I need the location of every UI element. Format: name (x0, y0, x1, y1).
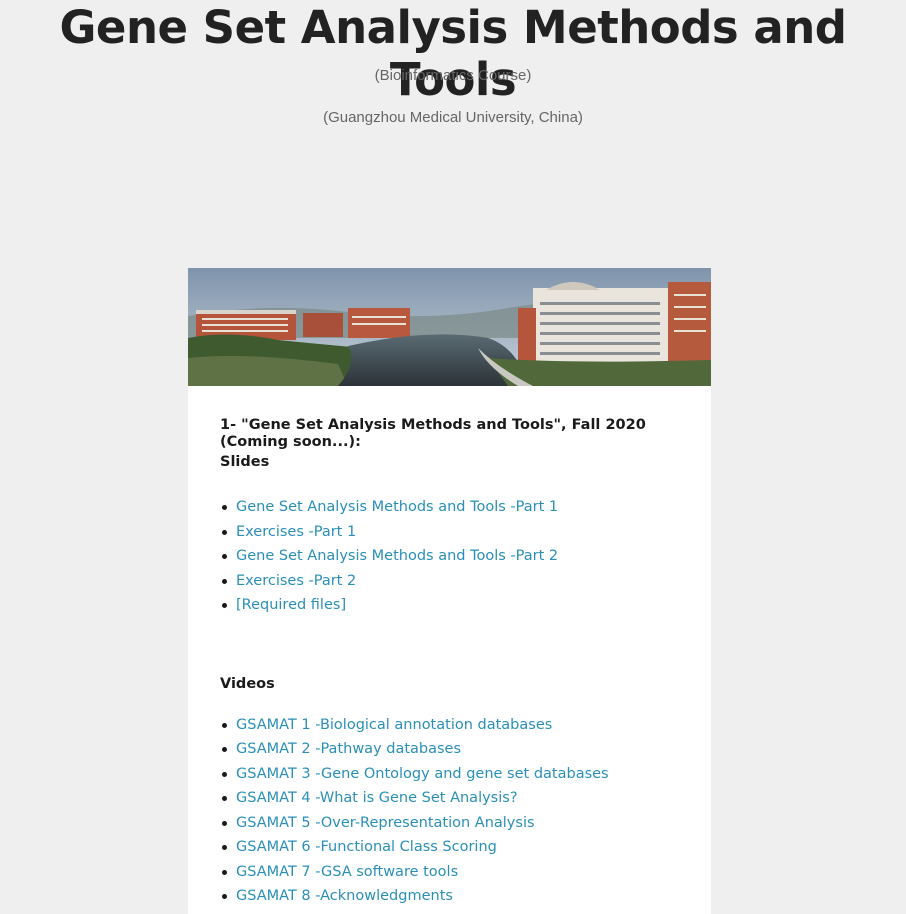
course-subtitle: (Bioinformatics Course) (374, 67, 532, 84)
bullet-icon (222, 603, 227, 608)
page-title: Gene Set Analysis Methods and Tools (59, 1, 847, 106)
video-link-2[interactable]: GSAMAT 2 -Pathway databases (236, 741, 461, 757)
content-card: 1- "Gene Set Analysis Methods and Tools"… (188, 268, 711, 914)
bullet-icon (222, 554, 227, 559)
bullet-icon (222, 796, 227, 801)
list-item: Exercises -Part 1 (220, 520, 680, 545)
list-item: GSAMAT 7 -GSA software tools (220, 860, 680, 885)
bullet-icon (222, 505, 227, 510)
bullet-icon (222, 820, 227, 826)
slides-label: Slides (220, 454, 270, 470)
video-link-6[interactable]: GSAMAT 6 -Functional Class Scoring (236, 839, 497, 855)
required-files-link[interactable]: [Required files] (236, 597, 346, 613)
bullet-icon (222, 869, 227, 875)
campus-photo-icon (188, 268, 711, 386)
video-link-4[interactable]: GSAMAT 4 -What is Gene Set Analysis? (236, 790, 518, 806)
list-item: GSAMAT 2 -Pathway databases (220, 737, 680, 762)
list-item: GSAMAT 5 -Over-Representation Analysis (220, 811, 680, 836)
exercises-link-part1[interactable]: Exercises -Part 1 (236, 524, 356, 540)
bullet-icon (222, 894, 227, 899)
list-item: GSAMAT 1 -Biological annotation database… (220, 713, 680, 738)
slide-link-part2[interactable]: Gene Set Analysis Methods and Tools -Par… (236, 548, 558, 564)
list-item: Exercises -Part 2 (220, 569, 680, 594)
list-item: GSAMAT 3 -Gene Ontology and gene set dat… (220, 762, 680, 787)
video-link-1[interactable]: GSAMAT 1 -Biological annotation database… (236, 717, 552, 733)
video-link-5[interactable]: GSAMAT 5 -Over-Representation Analysis (236, 815, 535, 831)
exercises-link-part2[interactable]: Exercises -Part 2 (236, 573, 356, 589)
list-item: GSAMAT 4 -What is Gene Set Analysis? (220, 786, 680, 811)
video-link-3[interactable]: GSAMAT 3 -Gene Ontology and gene set dat… (236, 766, 609, 782)
course-content: 1- "Gene Set Analysis Methods and Tools"… (220, 417, 680, 909)
bullet-icon (222, 845, 227, 850)
video-link-7[interactable]: GSAMAT 7 -GSA software tools (236, 864, 458, 880)
list-item: GSAMAT 6 -Functional Class Scoring (220, 835, 680, 860)
bullet-icon (222, 578, 227, 584)
bullet-icon (222, 722, 227, 728)
slides-list: Gene Set Analysis Methods and Tools -Par… (220, 495, 680, 618)
bullet-icon (222, 747, 227, 752)
list-item: GSAMAT 8 -Acknowledgments (220, 884, 680, 909)
course-heading: 1- "Gene Set Analysis Methods and Tools"… (220, 417, 646, 450)
videos-label: Videos (220, 675, 275, 692)
list-item: [Required files] (220, 593, 680, 618)
list-item: Gene Set Analysis Methods and Tools -Par… (220, 544, 680, 569)
videos-list: GSAMAT 1 -Biological annotation database… (220, 713, 680, 909)
university-subtitle: (Guangzhou Medical University, China) (323, 109, 583, 126)
slide-link-part1[interactable]: Gene Set Analysis Methods and Tools -Par… (236, 499, 558, 515)
bullet-icon (222, 529, 227, 535)
video-link-8[interactable]: GSAMAT 8 -Acknowledgments (236, 888, 453, 904)
campus-banner-image (188, 268, 711, 386)
bullet-icon (222, 771, 227, 777)
list-item: Gene Set Analysis Methods and Tools -Par… (220, 495, 680, 520)
